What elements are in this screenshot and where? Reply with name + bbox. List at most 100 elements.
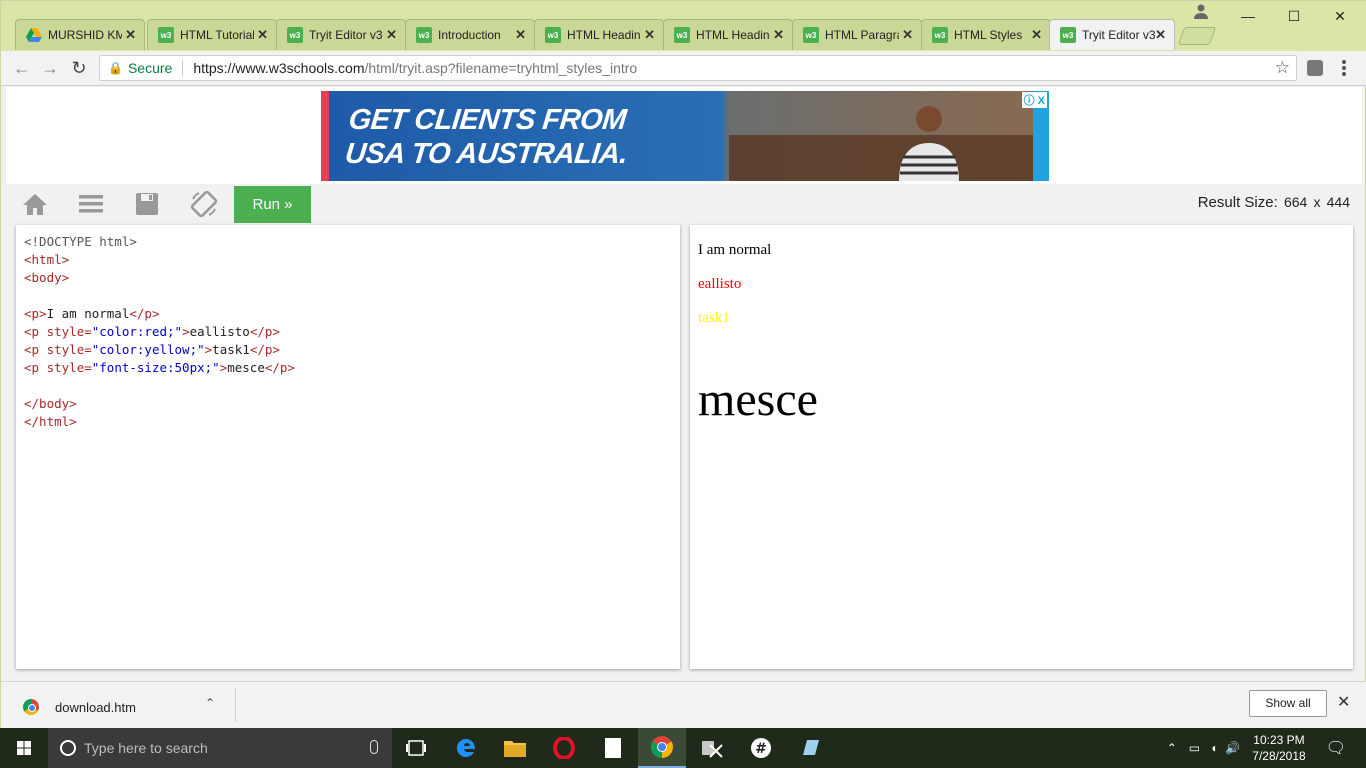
page-content: GET CLIENTS FROM USA TO AUSTRALIA. ⓘ X Ru… (6, 87, 1362, 679)
system-tray: ⌃ ▭ ◖ 🔊 10:23 PM 7/28/2018 🗨 (1167, 728, 1366, 768)
tab-strip: MURSHID KM ✕ w3 HTML Tutorial ✕ w3 Tryit Edito… (1, 1, 1366, 51)
windows-start-icon[interactable] (0, 728, 48, 768)
task-view-icon[interactable] (392, 728, 440, 768)
notepad-icon[interactable] (589, 728, 637, 768)
url-host: https://www.w3schools.com (193, 60, 365, 76)
notes-app-icon[interactable] (786, 728, 834, 768)
w3-icon: w3 (158, 27, 174, 43)
close-window-button[interactable]: ✕ (1317, 5, 1363, 27)
volume-icon[interactable]: 🔊 (1225, 741, 1240, 755)
ad-headline-1: GET CLIENTS FROM (347, 104, 628, 136)
edge-icon[interactable] (442, 728, 490, 768)
menu-icon[interactable] (78, 192, 104, 216)
show-all-button[interactable]: Show all (1249, 690, 1327, 717)
minimize-button[interactable]: — (1225, 5, 1271, 27)
back-button[interactable]: ← (11, 57, 33, 79)
ad-headline-2: USA TO AUSTRALIA. (343, 138, 629, 170)
result-line-1: I am normal (698, 242, 772, 258)
tab-close-icon[interactable]: ✕ (1031, 27, 1042, 43)
tab-7[interactable]: w3 HTML Paragraphs✕ (792, 19, 922, 50)
tab-title: MURSHID KM (48, 28, 122, 42)
rotate-icon[interactable] (190, 190, 218, 218)
extension-icon[interactable] (1307, 60, 1323, 76)
tab-title: HTML Paragraphs (825, 28, 899, 42)
chrome-icon (23, 699, 39, 715)
chevron-up-tray-icon[interactable]: ⌃ (1167, 741, 1177, 755)
save-icon[interactable] (134, 192, 160, 216)
tab-close-icon[interactable]: ✕ (1155, 27, 1166, 43)
tab-9[interactable]: w3 Tryit Editor v3 ✕ (1049, 19, 1175, 50)
result-height: 444 (1326, 194, 1350, 210)
forward-button[interactable]: → (39, 57, 61, 79)
run-button[interactable]: Run » (234, 186, 311, 223)
chrome-taskbar-icon[interactable] (638, 728, 686, 768)
chrome-menu-icon[interactable] (1341, 59, 1347, 77)
ad-banner[interactable]: GET CLIENTS FROM USA TO AUSTRALIA. ⓘ X (321, 91, 1049, 181)
tab-1[interactable]: MURSHID KM ✕ (15, 19, 145, 50)
w3-icon: w3 (674, 27, 690, 43)
clock-date: 7/28/2018 (1252, 749, 1306, 763)
tab-close-icon[interactable]: ✕ (902, 27, 913, 43)
w3-icon: w3 (1060, 27, 1076, 43)
taskbar-search[interactable]: Type here to search (48, 728, 392, 768)
secure-label: Secure (127, 60, 173, 76)
download-item[interactable]: download.htm (23, 692, 235, 722)
profile-icon[interactable] (1193, 3, 1209, 19)
drive-icon (26, 27, 42, 43)
result-line-3: task1 (698, 310, 730, 326)
result-size-label: Result Size: (1197, 194, 1278, 211)
tab-3[interactable]: w3 Tryit Editor v3 ✕ (276, 19, 406, 50)
tab-close-icon[interactable]: ✕ (257, 27, 268, 43)
battery-icon[interactable]: ▭ (1189, 741, 1200, 755)
w3-icon: w3 (545, 27, 561, 43)
browser-window: MURSHID KM ✕ w3 HTML Tutorial ✕ w3 Tryit Edito… (0, 0, 1366, 728)
tab-close-icon[interactable]: ✕ (773, 27, 784, 43)
tools-icon[interactable] (688, 728, 736, 768)
download-filename: download.htm (55, 699, 136, 715)
tab-title: HTML Headings (696, 28, 770, 42)
chevron-up-icon[interactable]: ⌃ (205, 696, 215, 710)
reload-button[interactable]: ↻ (68, 57, 90, 79)
opera-icon[interactable] (540, 728, 588, 768)
svg-text:#: # (755, 741, 767, 757)
code-editor[interactable]: <!DOCTYPE html> <html> <body> <p>I am no… (16, 225, 680, 669)
w3-icon: w3 (803, 27, 819, 43)
wifi-icon[interactable]: ◖ (1210, 741, 1217, 755)
address-bar[interactable]: 🔒 Secure https://www.w3schools.com/html/… (99, 55, 1297, 81)
close-icon[interactable]: ✕ (1337, 692, 1350, 712)
new-tab-button[interactable] (1177, 27, 1217, 45)
result-frame: I am normal eallisto task1 mesce (690, 225, 1353, 669)
tab-close-icon[interactable]: ✕ (515, 27, 526, 43)
notification-icon[interactable]: 🗨 (1326, 738, 1346, 758)
tab-6[interactable]: w3 HTML Headings✕ (663, 19, 793, 50)
tab-close-icon[interactable]: ✕ (386, 27, 397, 43)
tab-4[interactable]: w3 Introduction ✕ (405, 19, 535, 50)
slack-icon[interactable]: # (737, 728, 785, 768)
result-line-4: mesce (698, 373, 818, 426)
result-size: Result Size: 664 x 444 (1198, 194, 1350, 211)
file-explorer-icon[interactable] (491, 728, 539, 768)
code-text[interactable]: <!DOCTYPE html> <html> <body> <p>I am no… (24, 233, 295, 431)
w3-icon: w3 (287, 27, 303, 43)
taskbar: Type here to search # ⌃ ▭ ◖ 🔊 10:23 PM 7… (0, 728, 1366, 768)
download-bar: download.htm ⌃ Show all ✕ (1, 681, 1366, 728)
tab-2[interactable]: w3 HTML Tutorial ✕ (147, 19, 277, 50)
tab-close-icon[interactable]: ✕ (644, 27, 655, 43)
bookmark-star-icon[interactable]: ☆ (1275, 58, 1290, 78)
maximize-button[interactable]: ☐ (1271, 5, 1317, 27)
home-icon[interactable] (22, 192, 48, 216)
tab-5[interactable]: w3 HTML Headings✕ (534, 19, 664, 50)
microphone-icon[interactable] (370, 740, 378, 754)
tab-title: HTML Styles (954, 28, 1023, 42)
tab-8[interactable]: w3 HTML Styles ✕ (921, 19, 1051, 50)
lock-icon: 🔒 (108, 61, 123, 75)
tab-title: HTML Headings (567, 28, 641, 42)
clock[interactable]: 10:23 PM 7/28/2018 (1252, 732, 1305, 764)
tab-title: Tryit Editor v3 (1082, 28, 1156, 42)
tab-close-icon[interactable]: ✕ (125, 27, 136, 43)
ad-choices-icon[interactable]: ⓘ X (1021, 92, 1047, 108)
url-path: /html/tryit.asp?filename=tryhtml_styles_… (364, 60, 638, 76)
tab-title: HTML Tutorial (180, 28, 254, 42)
w3-icon: w3 (416, 27, 432, 43)
result-line-2: eallisto (698, 276, 742, 292)
